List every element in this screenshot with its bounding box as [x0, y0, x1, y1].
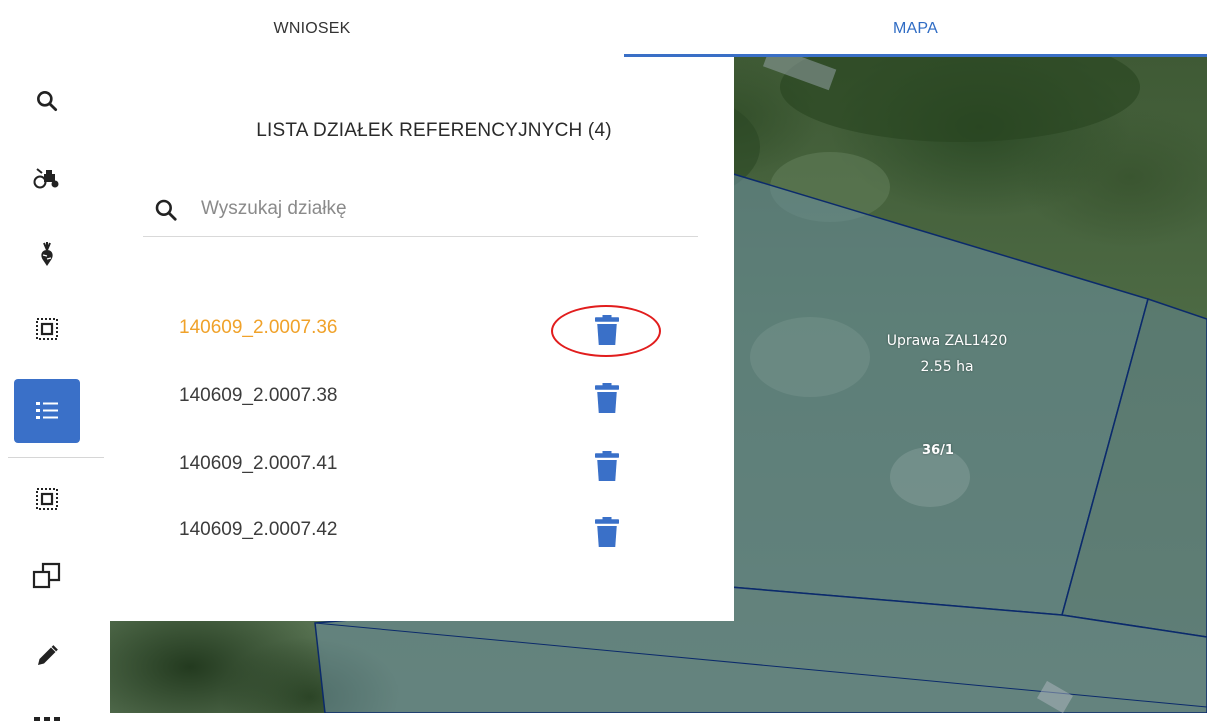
toolbar-select-parcel-button[interactable] [14, 297, 80, 361]
parcel-select-icon [36, 318, 58, 340]
parcel-list-item: 140609_2.0007.41 [110, 441, 734, 491]
parcel-link[interactable]: 140609_2.0007.36 [179, 317, 338, 339]
parcel-search-input[interactable] [201, 191, 681, 227]
copy-icon [32, 562, 61, 589]
trash-icon[interactable] [595, 383, 619, 413]
parcel-link[interactable]: 140609_2.0007.38 [179, 385, 338, 407]
search-icon [37, 91, 58, 112]
toolbar-crop-button[interactable] [14, 222, 80, 286]
parcel-list-item: 140609_2.0007.42 [110, 507, 734, 557]
crop-plant-icon [41, 242, 53, 266]
tab-bar: WNIOSEK MAPA [0, 0, 1207, 57]
left-toolbar [0, 57, 108, 728]
toolbar-tractor-button[interactable] [14, 147, 80, 211]
toolbar-search-button[interactable] [14, 69, 80, 133]
search-icon [155, 199, 177, 221]
tractor-icon [33, 168, 59, 189]
toolbar-parcel-list-button[interactable] [14, 379, 80, 443]
crop-name-label: Uprawa ZAL1420 [886, 333, 1008, 349]
parcel-list-panel: LISTA DZIAŁEK REFERENCYJNYCH (4) 140609_… [110, 57, 734, 621]
toolbar-divider [8, 457, 104, 458]
parcel-select-icon [36, 488, 58, 510]
pencil-icon [38, 645, 58, 665]
parcel-search [143, 185, 698, 237]
trash-icon[interactable] [595, 451, 619, 481]
crop-area-label: 2.55 ha [920, 359, 974, 375]
toolbar-more-icon [34, 715, 60, 721]
trash-icon[interactable] [595, 315, 619, 345]
toolbar-select-area-button[interactable] [14, 467, 80, 531]
toolbar-edit-button[interactable] [14, 624, 80, 688]
panel-title: LISTA DZIAŁEK REFERENCYJNYCH (4) [256, 120, 612, 141]
toolbar-copy-button[interactable] [14, 544, 80, 608]
parcel-link[interactable]: 140609_2.0007.41 [179, 453, 338, 475]
parcel-number-label: 36/1 [922, 443, 954, 458]
tab-wniosek[interactable]: WNIOSEK [0, 0, 624, 57]
parcel-link[interactable]: 140609_2.0007.42 [179, 519, 338, 541]
tab-mapa[interactable]: MAPA [624, 0, 1207, 57]
parcel-list-item: 140609_2.0007.36 [110, 305, 734, 357]
list-icon [36, 402, 58, 419]
trash-icon[interactable] [595, 517, 619, 547]
parcel-list-item: 140609_2.0007.38 [110, 373, 734, 423]
